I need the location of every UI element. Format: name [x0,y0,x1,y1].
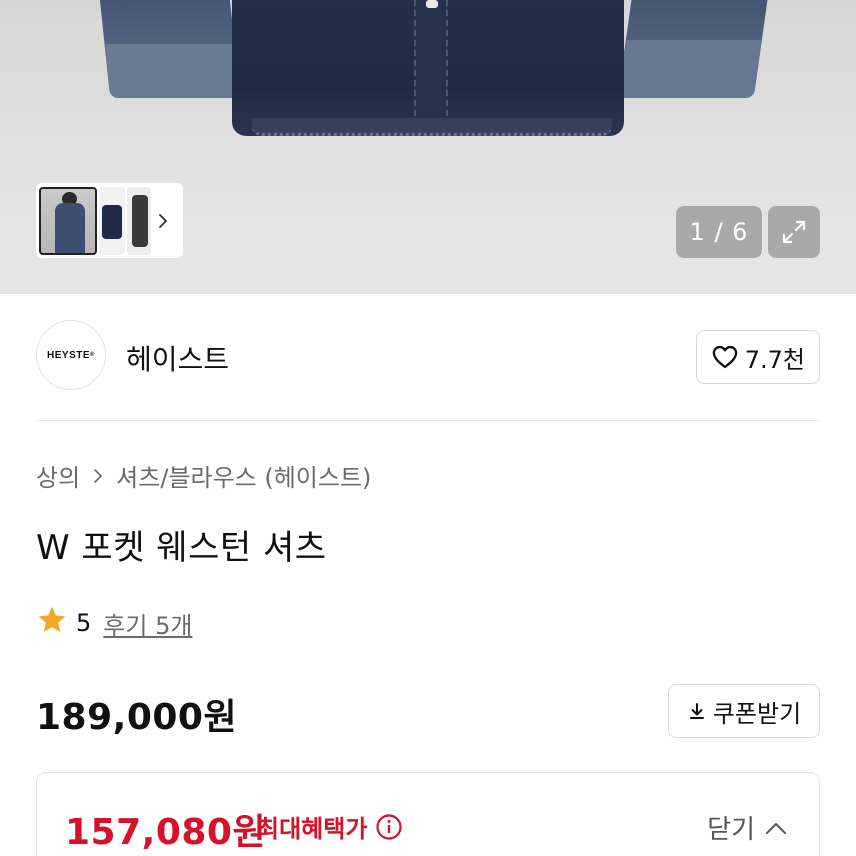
star-icon [36,604,68,642]
max-benefit-label[interactable]: 최대혜택가 [257,809,403,844]
breadcrumb: 상의 셔츠/블라우스 (헤이스트) [36,458,371,493]
rating-score: 5 [76,609,92,637]
brand-row: HEYSTE ® 헤이스트 7.7천 [36,320,820,392]
expand-icon [782,220,806,244]
chevron-right-icon [159,213,167,228]
review-count-link[interactable]: 후기 5개 [103,606,192,641]
coupon-button[interactable]: 쿠폰받기 [668,684,820,738]
breadcrumb-category[interactable]: 상의 [36,458,80,493]
breadcrumb-separator [90,468,106,483]
like-button[interactable]: 7.7천 [695,330,820,384]
product-rating: 5 후기 5개 [36,604,192,642]
breadcrumb-subcategory[interactable]: 셔츠/블라우스 (헤이스트) [116,458,371,493]
chevron-up-icon [766,822,786,834]
thumbnail-2[interactable] [99,186,125,255]
product-title: W 포켓 웨스턴 셔츠 [36,528,327,568]
like-count: 7.7천 [744,345,805,374]
shirt-hem [252,118,612,136]
shirt-right-sleeve [617,0,771,98]
thumbnail-next-button[interactable] [151,187,175,255]
download-icon [689,703,704,719]
divider [36,420,820,421]
info-icon [376,813,403,840]
shirt-button [426,0,438,8]
thumbnail-3[interactable] [127,186,151,255]
thumbnail-strip [36,183,183,258]
thumbnail-model-figure [132,194,148,247]
chevron-right-icon [94,468,102,483]
max-benefit-price: 157,080원 [65,812,267,853]
product-image-gallery[interactable]: 1 / 6 [0,0,856,294]
thumbnail-shirt-figure [102,204,122,239]
thumbnail-model-figure [55,202,85,253]
product-price: 189,000원 [36,697,238,738]
expand-image-button[interactable] [768,206,820,258]
coupon-label: 쿠폰받기 [712,699,802,728]
benefit-close-toggle[interactable]: 닫기 [707,809,787,846]
shirt-left-sleeve [97,0,241,98]
thumbnail-1[interactable] [39,186,97,255]
image-page-counter: 1 / 6 [676,206,762,258]
max-benefit-panel: 157,080원 최대혜택가 닫기 [36,772,820,856]
brand-logo[interactable]: HEYSTE ® [36,320,106,390]
heart-outline-icon [712,345,737,369]
brand-name[interactable]: 헤이스트 [126,338,229,378]
product-main-image [232,0,624,136]
